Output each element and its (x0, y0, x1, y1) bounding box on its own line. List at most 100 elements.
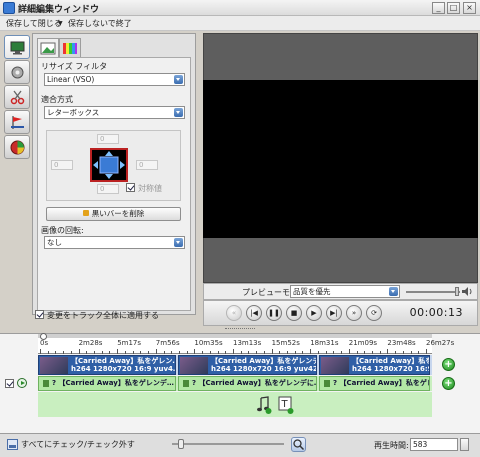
title-bar: 詳細編集ウィンドウ _ □ × (0, 0, 480, 16)
duration-value: 583 (413, 440, 428, 449)
ruler-tick-line (155, 349, 157, 354)
chevron-down-icon (174, 238, 183, 247)
ruler-tick-label: 18m31s (310, 339, 339, 347)
empty-track: T (38, 392, 432, 417)
pause-button[interactable]: ❚❚ (266, 305, 282, 321)
resize-filter-select[interactable]: Linear (VSO) (44, 73, 185, 86)
ruler-minor-tick (47, 351, 49, 354)
volume-slider[interactable] (406, 291, 460, 293)
color-bars-icon (63, 43, 77, 54)
duration-spinner[interactable] (460, 438, 469, 451)
audio-track: ? 【Carried Away】私をゲレンデ… ? 【Carried Away】私… (38, 376, 432, 391)
next-frame-button[interactable]: » (346, 305, 362, 321)
symmetric-checkbox[interactable] (126, 183, 135, 192)
audio-clip[interactable]: ? 【Carried Away】私をゲレンデ… (319, 376, 430, 391)
ruler-minor-tick (333, 351, 335, 354)
picture-icon (40, 42, 56, 55)
add-video-button[interactable]: + (442, 358, 455, 371)
clip-info: h264 1280x720 16:9 yuv420… (352, 365, 429, 373)
ruler-minor-tick (371, 351, 373, 354)
menu-dropdown-icon[interactable]: ▼ (58, 20, 63, 27)
speaker-icon[interactable] (461, 286, 473, 297)
note-icon (183, 379, 189, 387)
ruler-minor-tick (86, 351, 88, 354)
ruler-tick-line (78, 349, 80, 354)
rotation-label: 画像の回転: (41, 226, 84, 235)
ruler-minor-tick (109, 351, 111, 354)
track-play-icon[interactable] (17, 378, 27, 388)
ruler-minor-tick (364, 351, 366, 354)
go-start-button[interactable]: |◀ (246, 305, 262, 321)
ruler-minor-tick (379, 351, 381, 354)
audio-clip[interactable]: ? 【Carried Away】私をゲレンデに… (178, 376, 317, 391)
ruler-minor-tick (63, 351, 65, 354)
ruler-tick-line (194, 349, 196, 354)
prev-frame-button[interactable]: « (226, 305, 242, 321)
save-close-menu[interactable]: 保存して閉じる (6, 18, 62, 29)
audio-clip-title: ? 【Carried Away】私をゲレンデに… (192, 379, 317, 387)
apply-all-checkbox[interactable] (35, 310, 44, 319)
maximize-button[interactable]: □ (447, 2, 460, 14)
padding-bottom-spin[interactable]: 0 (97, 184, 119, 194)
fit-method-select[interactable]: レターボックス (44, 106, 185, 119)
ruler-tick-label: 26m27s (426, 339, 455, 347)
add-audio-button[interactable]: + (442, 377, 455, 390)
loop-button[interactable]: ⟳ (366, 305, 382, 321)
close-no-save-menu[interactable]: 保存しないで終了 (68, 18, 132, 29)
audio-clip-title: ? 【Carried Away】私をゲレンデ… (333, 379, 429, 387)
ruler-tick-line (117, 349, 119, 354)
chapter-tool[interactable] (4, 110, 30, 134)
play-button[interactable]: ▶ (306, 305, 322, 321)
tab-image[interactable] (37, 38, 59, 58)
go-end-button[interactable]: ▶| (326, 305, 342, 321)
zoom-slider[interactable] (172, 443, 284, 445)
time-ruler[interactable]: 0s 2m28s 5m17s 7m56s 10m35s 13m13s 15m52s 18m31… (38, 338, 454, 354)
padding-editor: 0 0 0 0 対称値 (46, 130, 181, 201)
ruler-minor-tick (341, 351, 343, 354)
resize-filter-value: Linear (VSO) (47, 75, 95, 84)
check-all-label[interactable]: すべてにチェック/チェック外す (21, 439, 135, 450)
remove-black-bars-button[interactable]: 黒いバーを削除 (46, 207, 181, 221)
padding-top-spin[interactable]: 0 (97, 134, 119, 144)
timecode-display: 00:00:13 (409, 306, 463, 319)
color-tool[interactable] (4, 135, 30, 159)
cut-tool[interactable] (4, 85, 30, 109)
zoom-thumb[interactable] (177, 439, 184, 449)
effects-tool[interactable] (4, 60, 30, 84)
duration-input[interactable]: 583 (410, 438, 458, 451)
tab-color-bars[interactable] (59, 38, 81, 57)
ruler-minor-tick (163, 351, 165, 354)
preview-mode-select[interactable]: 品質を優先 (290, 285, 400, 298)
video-clip[interactable]: 【Carried Away】私をゲレン… h264 1280x720 16:9 y… (38, 355, 176, 375)
video-clip[interactable]: 【Carried Away】私をゲレンデ…h264 1280x720 16:9 … (319, 355, 430, 375)
add-text-icon[interactable]: T (278, 396, 294, 414)
add-music-icon[interactable] (256, 396, 272, 414)
audio-clip[interactable]: ? 【Carried Away】私をゲレンデ… (38, 376, 176, 391)
padding-right-spin[interactable]: 0 (136, 160, 158, 170)
panel-splitter[interactable] (0, 326, 480, 333)
stop-button[interactable]: ■ (286, 305, 302, 321)
playhead[interactable] (39, 333, 47, 340)
ruler-minor-tick (294, 351, 296, 354)
check-all-icon[interactable] (7, 439, 18, 450)
track-enable-checkbox[interactable] (5, 379, 14, 388)
scissors-icon (10, 90, 25, 105)
ruler-tick-label: 15m52s (271, 339, 300, 347)
video-clip[interactable]: 【Carried Away】私をゲレンデ…h264 1280x720 16:9 … (178, 355, 317, 375)
ruler-minor-tick (70, 351, 72, 354)
close-button[interactable]: × (463, 2, 476, 14)
video-settings-tool[interactable] (4, 35, 30, 59)
zoom-button[interactable] (291, 437, 306, 452)
splitter-grip[interactable] (225, 328, 255, 330)
flag-icon (10, 115, 25, 130)
rotation-select[interactable]: なし (44, 236, 185, 249)
minimize-button[interactable]: _ (432, 2, 445, 14)
ruler-tick-line (233, 349, 234, 354)
ruler-tick-label: 23m48s (387, 339, 416, 347)
volume-thumb[interactable] (455, 287, 460, 296)
ruler-minor-tick (402, 351, 404, 354)
ruler-minor-tick (356, 351, 358, 354)
padding-left-spin[interactable]: 0 (51, 160, 73, 170)
ruler-minor-tick (263, 351, 265, 354)
ruler-minor-tick (225, 351, 227, 354)
